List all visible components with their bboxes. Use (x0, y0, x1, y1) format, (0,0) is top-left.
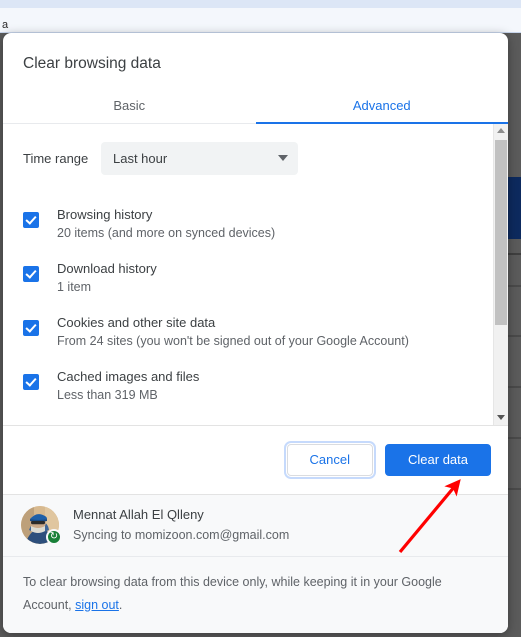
list-item-texts: Browsing history 20 items (and more on s… (57, 202, 275, 243)
list-item-subtitle: 20 items (and more on synced devices) (57, 225, 276, 240)
scrollbar-up-button[interactable] (494, 124, 508, 138)
list-item-title: Browsing history (57, 206, 153, 222)
tab-advanced[interactable]: Advanced (256, 90, 509, 124)
footer-note-text: To clear browsing data from this device … (23, 571, 453, 617)
sync-icon: ↻ (46, 529, 62, 546)
dialog-scroll-body: Time range Last hour Browsing history 20… (3, 123, 508, 425)
checkbox-download-history[interactable] (23, 265, 39, 282)
dialog-body-content: Time range Last hour Browsing history 20… (3, 124, 508, 425)
list-item-title: Cached images and files (57, 368, 200, 384)
footer-note: To clear browsing data from this device … (3, 555, 508, 633)
background-divider (507, 335, 521, 337)
clear-browsing-data-dialog: Clear browsing data Basic Advanced Time … (3, 33, 508, 633)
time-range-label: Time range (23, 150, 89, 166)
background-divider (507, 488, 521, 490)
list-item-title: Cookies and other site data (57, 314, 216, 330)
background-divider (507, 253, 521, 255)
checkbox-cookies[interactable] (23, 319, 39, 336)
list-item-download-history[interactable]: Download history 1 item (3, 251, 508, 305)
list-item-subtitle: Less than 319 MB (57, 387, 158, 402)
list-item-cookies[interactable]: Cookies and other site data From 24 site… (3, 305, 508, 359)
background-highlight-band (507, 177, 521, 239)
list-item-texts: Download history 1 item (57, 256, 157, 297)
browser-tab-title-fragment: a (2, 19, 9, 31)
sign-out-link[interactable]: sign out (75, 598, 119, 612)
dialog-action-bar: Cancel Clear data (3, 424, 508, 494)
time-range-selected-value: Last hour (113, 150, 168, 166)
time-range-select[interactable]: Last hour (101, 141, 298, 175)
list-item-cached-images[interactable]: Cached images and files Less than 319 MB (3, 359, 508, 413)
chevron-down-icon (497, 415, 505, 421)
background-divider (507, 285, 521, 287)
background-divider (507, 386, 521, 388)
list-item-title: Download history (57, 260, 157, 276)
list-item-texts: Cookies and other site data From 24 site… (57, 310, 409, 351)
list-item-browsing-history[interactable]: Browsing history 20 items (and more on s… (3, 197, 508, 251)
time-range-row: Time range Last hour (3, 141, 508, 175)
clear-data-button[interactable]: Clear data (385, 443, 491, 476)
account-sync-status: Syncing to momizoon.com@gmail.com (73, 528, 290, 543)
scrollbar-down-button[interactable] (494, 411, 508, 425)
list-item-title: Passwords and other sign-in data (57, 421, 250, 425)
dialog-title: Clear browsing data (23, 55, 161, 72)
checkbox-browsing-history[interactable] (23, 211, 39, 228)
dialog-scrollbar[interactable] (493, 123, 508, 425)
browser-toolbar: a (0, 8, 521, 33)
list-item-passwords[interactable]: Passwords and other sign-in data None (3, 413, 508, 425)
footer-note-suffix: . (118, 597, 123, 612)
avatar: ↻ (21, 506, 62, 546)
account-row[interactable]: ↻ Mennat Allah El Qlleny Syncing to momi… (3, 493, 508, 556)
chevron-up-icon (497, 128, 505, 134)
account-texts: Mennat Allah El Qlleny Syncing to momizo… (73, 505, 289, 545)
background-divider (507, 437, 521, 439)
cancel-button[interactable]: Cancel (283, 440, 377, 479)
list-item-texts: Passwords and other sign-in data None (57, 418, 250, 425)
tab-basic[interactable]: Basic (3, 90, 256, 124)
browser-tab-strip (0, 0, 521, 8)
chevron-down-icon (278, 155, 288, 162)
scrollbar-thumb[interactable] (495, 139, 507, 325)
checkbox-cached-images[interactable] (23, 373, 39, 390)
list-item-subtitle: 1 item (57, 279, 92, 294)
account-name: Mennat Allah El Qlleny (73, 507, 204, 523)
list-item-subtitle: From 24 sites (you won't be signed out o… (57, 333, 409, 348)
data-type-list: Browsing history 20 items (and more on s… (3, 197, 508, 425)
list-item-texts: Cached images and files Less than 319 MB (57, 364, 199, 405)
dialog-tabs: Basic Advanced (3, 90, 508, 124)
